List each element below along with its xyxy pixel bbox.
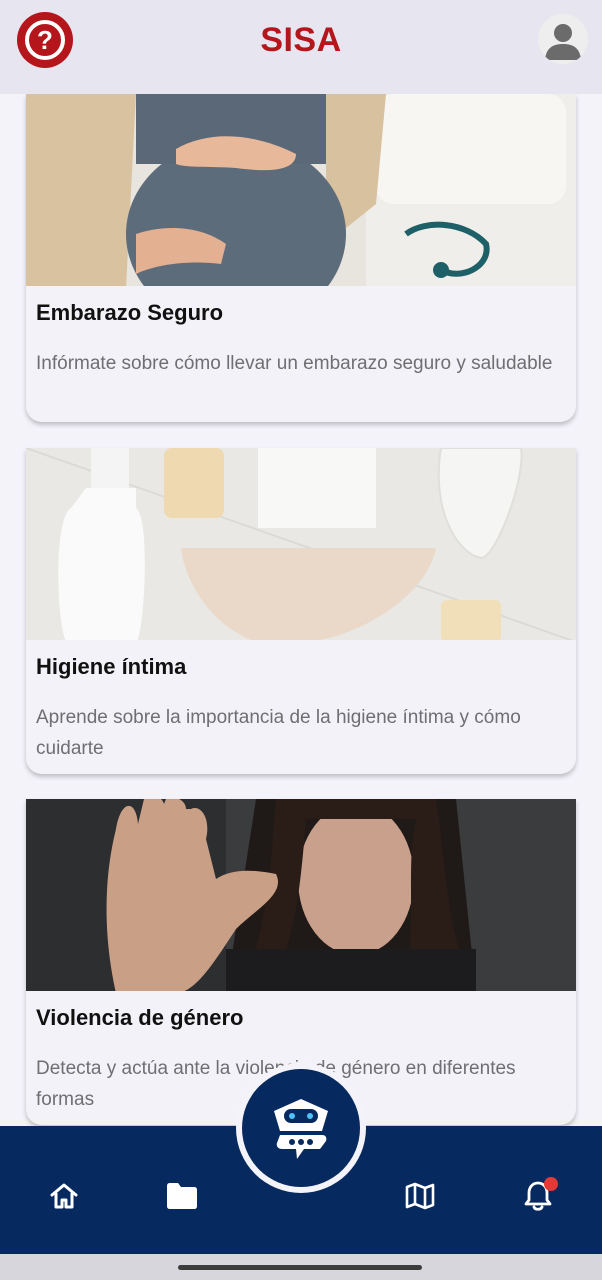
nav-notifications-button[interactable] [518, 1176, 558, 1216]
card-description: Infórmate sobre cómo llevar un embarazo … [36, 353, 553, 374]
nav-map-button[interactable] [400, 1176, 440, 1216]
topics-list[interactable]: Embarazo Seguro Infórmate sobre cómo lle… [0, 94, 602, 1126]
card-title: Embarazo Seguro [36, 300, 224, 325]
woman-stop-gesture-photo [26, 799, 576, 991]
profile-avatar-button[interactable] [538, 14, 588, 64]
card-title: Violencia de género [36, 1005, 244, 1030]
topic-card-higiene[interactable]: Higiene íntima Aprende sobre la importan… [26, 448, 576, 774]
chatbot-icon [274, 1099, 328, 1159]
help-circle-icon: ? [25, 20, 65, 60]
home-icon [50, 1183, 78, 1209]
app-header: ? SISA [0, 0, 602, 94]
gesture-handle[interactable] [178, 1265, 422, 1270]
card-title: Higiene íntima [36, 654, 187, 679]
chatbot-button[interactable] [236, 1063, 366, 1193]
topic-card-embarazo[interactable]: Embarazo Seguro Infórmate sobre cómo lle… [26, 94, 576, 422]
user-avatar-icon [545, 24, 581, 60]
notification-badge [544, 1177, 558, 1191]
card-description: Aprende sobre la importancia de la higie… [36, 707, 521, 759]
hygiene-products-photo [26, 448, 576, 640]
pregnant-woman-photo [26, 94, 576, 286]
map-icon [405, 1182, 435, 1210]
help-button[interactable]: ? [17, 12, 73, 68]
nav-home-button[interactable] [44, 1176, 84, 1216]
folder-icon [167, 1183, 197, 1209]
nav-folder-button[interactable] [162, 1176, 202, 1216]
app-title: SISA [260, 20, 342, 59]
